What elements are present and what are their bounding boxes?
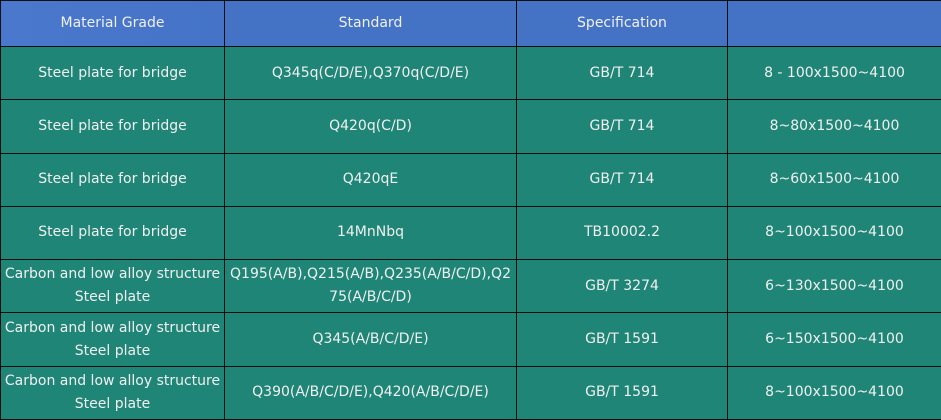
table-row: Carbon and low alloy structure Steel pla… <box>0 259 941 314</box>
cell-material-grade: Carbon and low alloy structure Steel pla… <box>0 365 225 420</box>
cell-size: 8~60x1500~4100 <box>727 152 941 207</box>
header-standard: Standard <box>224 0 517 47</box>
header-specification: Specification <box>516 0 728 47</box>
cell-specification: GB/T 1591 <box>516 365 728 420</box>
header-row: Material Grade Standard Specification <box>0 0 941 47</box>
cell-standard: Q420qE <box>224 152 517 207</box>
cell-standard: 14MnNbq <box>224 205 517 261</box>
cell-material-grade: Carbon and low alloy structure Steel pla… <box>0 312 225 367</box>
cell-specification: TB10002.2 <box>516 205 728 261</box>
cell-material-grade: Steel plate for bridge <box>0 45 225 101</box>
cell-specification: GB/T 1591 <box>516 312 728 367</box>
table-row: Steel plate for bridge Q420qE GB/T 714 8… <box>0 152 941 207</box>
cell-size: 8~80x1500~4100 <box>727 99 941 154</box>
table-row: Carbon and low alloy structure Steel pla… <box>0 312 941 367</box>
cell-material-grade: Steel plate for bridge <box>0 99 225 154</box>
cell-size: 8 - 100x1500~4100 <box>727 45 941 101</box>
cell-size: 8~100x1500~4100 <box>727 365 941 420</box>
cell-specification: GB/T 714 <box>516 45 728 101</box>
cell-size: 6~130x1500~4100 <box>727 259 941 314</box>
cell-size: 6~150x1500~4100 <box>727 312 941 367</box>
cell-standard: Q345(A/B/C/D/E) <box>224 312 517 367</box>
table-header: Material Grade Standard Specification <box>0 0 941 47</box>
table-row: Carbon and low alloy structure Steel pla… <box>0 365 941 420</box>
cell-standard: Q345q(C/D/E),Q370q(C/D/E) <box>224 45 517 101</box>
table-row: Steel plate for bridge 14MnNbq TB10002.2… <box>0 205 941 261</box>
cell-size: 8~100x1500~4100 <box>727 205 941 261</box>
cell-specification: GB/T 714 <box>516 152 728 207</box>
table-row: Steel plate for bridge Q420q(C/D) GB/T 7… <box>0 99 941 154</box>
steel-plate-table: Material Grade Standard Specification St… <box>0 0 941 420</box>
cell-specification: GB/T 714 <box>516 99 728 154</box>
header-size <box>727 0 941 47</box>
cell-standard: Q195(A/B),Q215(A/B),Q235(A/B/C/D),Q275(A… <box>224 259 517 314</box>
cell-material-grade: Carbon and low alloy structure Steel pla… <box>0 259 225 314</box>
cell-specification: GB/T 3274 <box>516 259 728 314</box>
header-material-grade: Material Grade <box>0 0 225 47</box>
table-body: Steel plate for bridge Q345q(C/D/E),Q370… <box>0 45 941 420</box>
cell-material-grade: Steel plate for bridge <box>0 205 225 261</box>
table-row: Steel plate for bridge Q345q(C/D/E),Q370… <box>0 45 941 101</box>
cell-standard: Q420q(C/D) <box>224 99 517 154</box>
cell-material-grade: Steel plate for bridge <box>0 152 225 207</box>
cell-standard: Q390(A/B/C/D/E),Q420(A/B/C/D/E) <box>224 365 517 420</box>
